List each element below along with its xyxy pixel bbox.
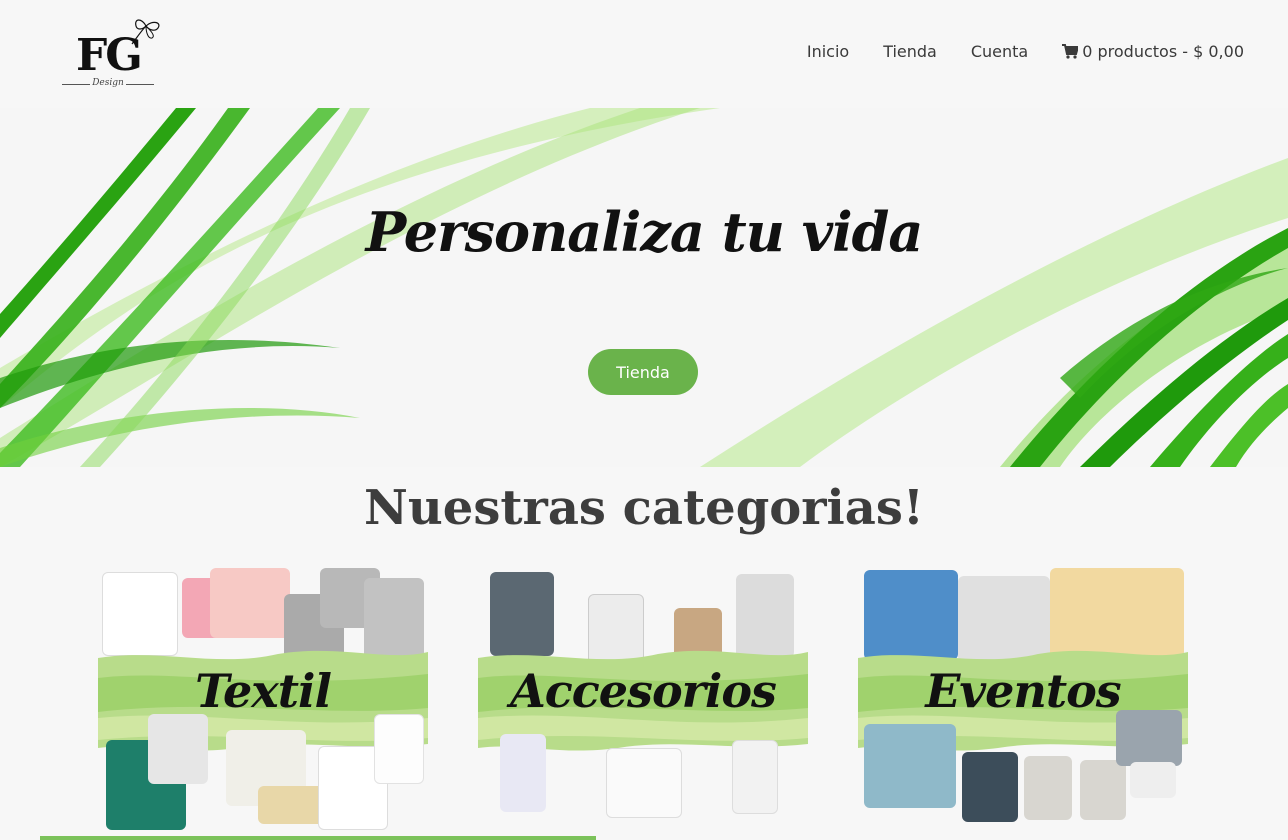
main-nav: Inicio Tienda Cuenta 0 productos - $ 0,0… <box>773 42 1244 61</box>
category-grid: Textil Accesorios Eventos <box>98 564 1190 840</box>
tumbler-image <box>500 734 546 812</box>
category-card-eventos[interactable]: Eventos <box>858 564 1188 840</box>
category-card-accesorios[interactable]: Accesorios <box>478 564 808 840</box>
photo-collage-image <box>1116 710 1182 766</box>
party-boxes-image <box>864 570 958 660</box>
card-image <box>1080 760 1126 820</box>
hero-shop-button[interactable]: Tienda <box>588 349 698 395</box>
nav-item-tienda[interactable]: Tienda <box>883 42 937 61</box>
category-label-textil: Textil <box>195 664 332 718</box>
logo-subtitle: Design <box>92 78 124 88</box>
card-image <box>1024 756 1072 820</box>
baby-bodysuit-image <box>374 714 424 784</box>
site-logo[interactable]: FG Design <box>60 16 164 92</box>
tshirt-image <box>102 572 178 656</box>
phone-case-image <box>736 574 794 658</box>
cart-link[interactable]: 0 productos - $ 0,00 <box>1062 42 1244 61</box>
labels-image <box>864 724 956 808</box>
invitation-image <box>962 752 1018 822</box>
section-divider <box>40 836 596 840</box>
hero-banner: Personaliza tu vida Tienda <box>0 108 1288 467</box>
hero-title: Personaliza tu vida <box>365 200 924 264</box>
nav-item-inicio[interactable]: Inicio <box>807 42 849 61</box>
cart-summary: 0 productos - $ 0,00 <box>1082 42 1244 61</box>
travel-mug-image <box>732 740 778 814</box>
category-card-textil[interactable]: Textil <box>98 564 428 840</box>
nav-item-cuenta[interactable]: Cuenta <box>971 42 1028 61</box>
logo-mark: FG <box>76 30 143 81</box>
green-waves-background <box>0 108 1288 467</box>
logo-divider <box>126 84 154 85</box>
kids-apron-image <box>210 568 290 638</box>
cart-icon <box>1062 44 1079 59</box>
site-header: FG Design Inicio Tienda Cuenta 0 product… <box>0 0 1288 108</box>
calendar-image <box>1130 762 1176 798</box>
raglan-shirt-image <box>148 714 208 784</box>
category-label-accesorios: Accesorios <box>510 664 777 718</box>
name-banner-image <box>1050 568 1184 658</box>
cooler-bag-image <box>490 572 554 656</box>
mug-image <box>606 748 682 818</box>
categories-heading: Nuestras categorias! <box>364 480 924 536</box>
